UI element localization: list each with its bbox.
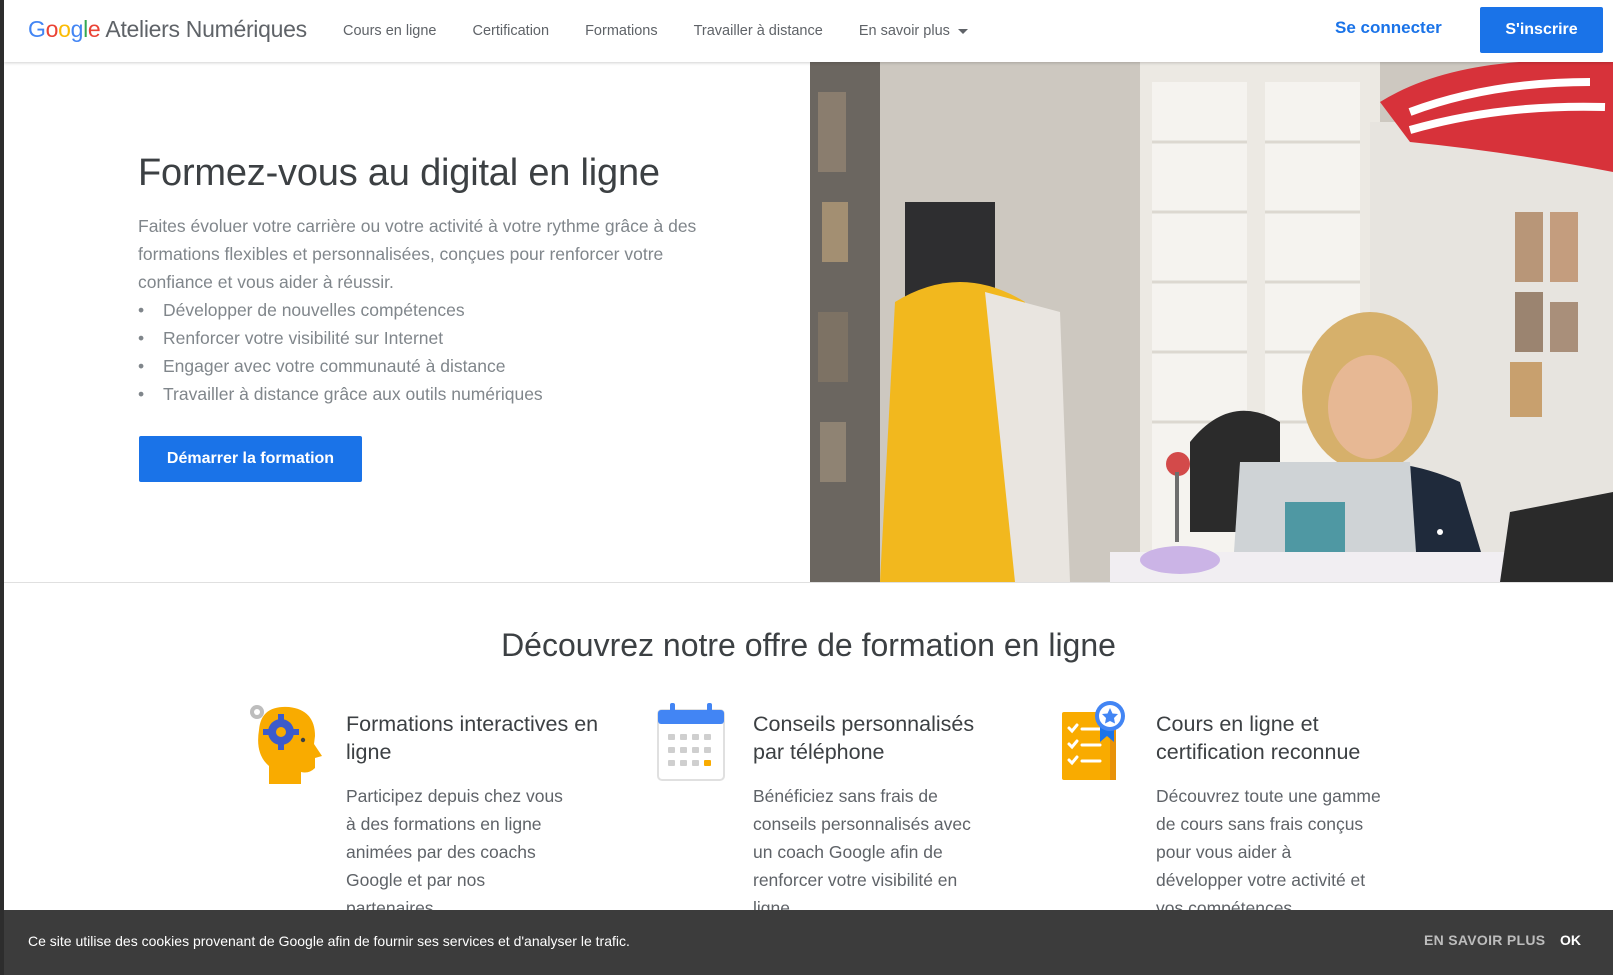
section-divider — [4, 582, 1613, 583]
feature-description: Participez depuis chez vous à des format… — [346, 786, 563, 918]
start-training-button[interactable]: Démarrer la formation — [139, 436, 362, 482]
feature-title: Cours en ligne et certification reconnue — [1156, 712, 1361, 764]
page: Google Ateliers Numériques Cours en ligne… — [4, 0, 1613, 975]
logo-letter: g — [70, 16, 84, 42]
list-item: • Engager avec votre communauté à distanc… — [138, 352, 543, 380]
signup-button[interactable]: S'inscrire — [1480, 7, 1603, 53]
hero-photo-illustration — [810, 62, 1613, 582]
bullet: • — [138, 328, 145, 348]
certificate-icon — [1062, 701, 1125, 780]
cookie-banner: Ce site utilise des cookies provenant de… — [4, 910, 1613, 975]
list-item: • Renforcer votre visibilité sur Internet — [138, 324, 543, 352]
feature-description: Bénéficiez sans frais de conseils person… — [753, 786, 971, 918]
offer-section-title: Découvrez notre offre de formation en li… — [501, 627, 1116, 663]
list-item-text: Travailler à distance grâce aux outils n… — [163, 384, 543, 404]
nav-item-certification[interactable]: Certification — [473, 23, 550, 39]
feature-description: Découvrez toute une gamme de cours sans … — [1156, 786, 1381, 918]
top-navigation-bar: Google Ateliers Numériques Cours en ligne… — [4, 0, 1613, 62]
cookie-learn-more-link[interactable]: EN SAVOIR PLUS — [1424, 932, 1545, 948]
login-link[interactable]: Se connecter — [1335, 18, 1442, 38]
logo-letter: G — [28, 16, 46, 42]
head-gear-icon — [250, 705, 322, 784]
nav-item-en-savoir-plus[interactable]: En savoir plus — [859, 23, 968, 39]
feature-title: Formations interactives en ligne — [346, 712, 599, 764]
calendar-icon — [657, 703, 725, 781]
hero-title: Formez-vous au digital en ligne — [138, 152, 660, 194]
cookie-banner-text: Ce site utilise des cookies provenant de… — [28, 933, 630, 949]
hero-benefits-list: • Développer de nouvelles compétences • Re… — [138, 296, 543, 408]
logo-letter: o — [45, 16, 59, 42]
list-item-text: Renforcer votre visibilité sur Internet — [163, 328, 444, 348]
logo-letter: e — [87, 16, 101, 42]
nav-item-formations[interactable]: Formations — [585, 23, 658, 39]
chevron-down-icon — [957, 28, 968, 34]
feature-title: Conseils personnalisés par téléphone — [753, 712, 975, 764]
cookie-ok-button[interactable]: OK — [1560, 932, 1581, 948]
hero-description: Faites évoluer votre carrière ou votre a… — [138, 216, 697, 292]
list-item-text: Engager avec votre communauté à distance — [163, 356, 506, 376]
nav-item-cours-en-ligne[interactable]: Cours en ligne — [343, 23, 437, 39]
logo-letter: o — [58, 16, 71, 42]
hero-photo — [810, 62, 1613, 582]
bullet: • — [138, 300, 145, 320]
nav-item-en-savoir-plus-label: En savoir plus — [858, 23, 950, 39]
bullet: • — [138, 356, 145, 376]
list-item-text: Développer de nouvelles compétences — [163, 300, 465, 320]
google-ateliers-numeriques-logo[interactable]: Google Ateliers Numériques — [28, 16, 307, 43]
list-item: • Travailler à distance grâce aux outils … — [138, 380, 543, 408]
main-nav: Cours en ligne Certification Formations … — [343, 0, 1004, 62]
list-item: • Développer de nouvelles compétences — [138, 296, 543, 324]
logo-brand-name: Ateliers Numériques — [105, 16, 307, 42]
bullet: • — [138, 384, 145, 404]
nav-item-travailler-a-distance[interactable]: Travailler à distance — [694, 23, 823, 39]
